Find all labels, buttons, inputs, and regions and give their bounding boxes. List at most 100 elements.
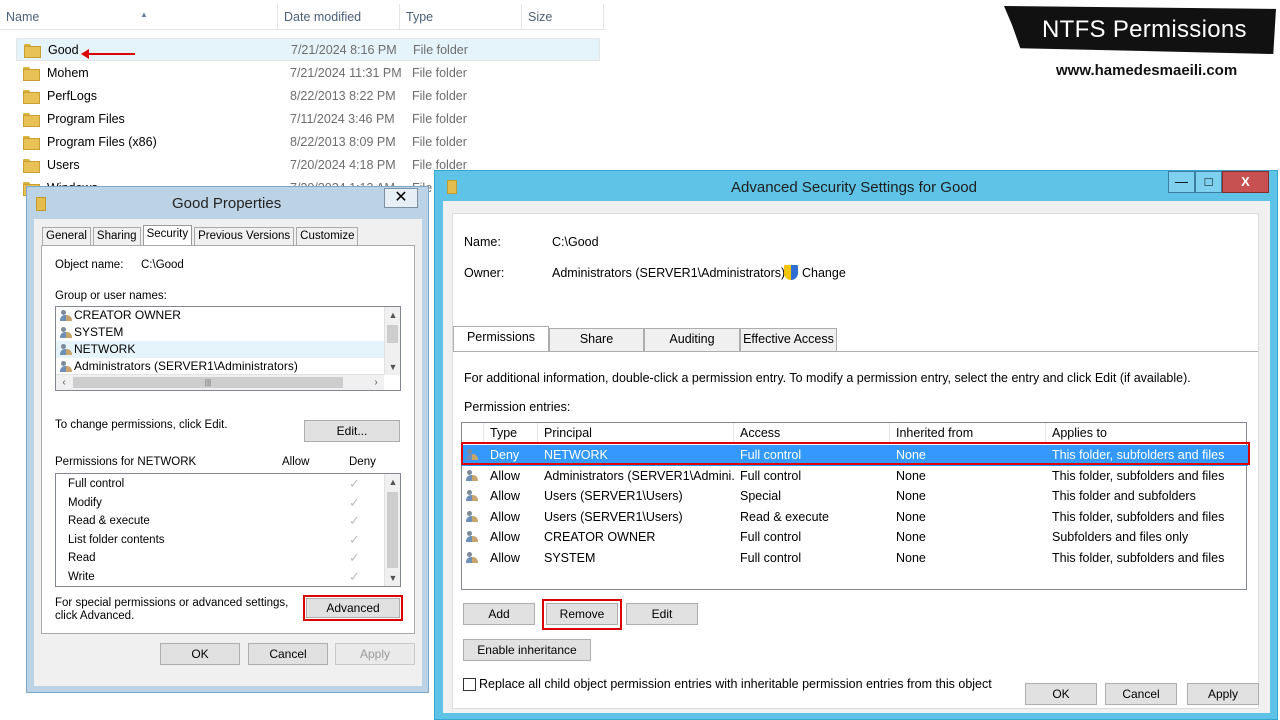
properties-titlebar[interactable]: Good Properties ✕ [27,187,428,219]
scroll-thumb[interactable]: ||| [73,377,343,388]
security-tab-panel: Object name: C:\Good Group or user names… [41,245,415,634]
column-size[interactable]: Size [522,4,604,30]
apply-button[interactable]: Apply [335,643,415,665]
red-arrow-annotation-icon [81,49,135,59]
user-group-icon [60,344,72,355]
user-group-icon [466,490,478,501]
tab-security[interactable]: Security [142,225,193,245]
add-button[interactable]: Add [463,603,535,625]
column-applies-to[interactable]: Applies to [1046,423,1246,444]
checkmark-icon: ✓ [349,550,360,565]
scroll-up-icon[interactable]: ▲ [385,307,400,323]
vertical-scrollbar[interactable]: ▲ ▼ [384,307,400,375]
properties-title: Good Properties [172,195,282,212]
vertical-scrollbar[interactable]: ▲ ▼ [384,474,400,586]
user-group-icon [466,510,478,522]
cancel-button[interactable]: Cancel [248,643,328,665]
list-item: List folder contents ✓ [68,531,360,547]
deny-header: Deny [349,456,376,468]
column-access[interactable]: Access [734,423,890,444]
checkmark-icon: ✓ [349,476,360,491]
list-item[interactable]: Administrators (SERVER1\Administrators) [56,358,400,375]
list-item[interactable]: CREATOR OWNER [56,307,400,324]
table-row[interactable]: Allow Administrators (SERVER1\Admini... … [462,466,1248,487]
cancel-button[interactable]: Cancel [1105,683,1177,705]
permission-entries-label: Permission entries: [464,400,571,414]
change-owner-link[interactable]: Change [802,266,846,280]
column-name[interactable]: Name ▲ [0,4,278,30]
table-row[interactable]: Allow Users (SERVER1\Users) Read & execu… [462,507,1248,528]
minimize-button[interactable]: — [1168,171,1195,193]
list-item[interactable]: NETWORK [56,341,400,358]
tab-sharing[interactable]: Sharing [92,227,141,245]
close-button[interactable]: X [1222,171,1269,193]
list-item: Write ✓ [68,568,360,584]
advanced-titlebar[interactable]: Advanced Security Settings for Good — □ … [435,171,1277,201]
tab-auditing[interactable]: Auditing [644,328,740,351]
file-row-mohem[interactable]: Mohem 7/21/2024 11:31 PM File folder [16,61,600,84]
scroll-up-icon[interactable]: ▲ [385,474,400,490]
maximize-button[interactable]: □ [1195,171,1222,193]
folder-icon [36,197,46,211]
scroll-left-icon[interactable]: ‹ [56,375,72,390]
table-row[interactable]: Allow CREATOR OWNER Full control None Su… [462,527,1248,548]
file-row-program-files[interactable]: Program Files 7/11/2024 3:46 PM File fol… [16,107,600,130]
change-permissions-text: To change permissions, click Edit. [55,419,228,431]
advanced-security-dialog: Advanced Security Settings for Good — □ … [434,170,1278,720]
folder-icon [23,112,40,127]
ok-button[interactable]: OK [1025,683,1097,705]
folder-icon [24,43,41,58]
properties-dialog: Good Properties ✕ General Sharing Securi… [26,186,429,693]
user-group-icon [60,310,72,321]
edit-entry-button[interactable]: Edit [626,603,698,625]
list-item[interactable]: SYSTEM [56,324,400,341]
tab-share[interactable]: Share [549,328,644,351]
tab-general[interactable]: General [42,227,91,245]
group-names-label: Group or user names: [55,290,167,302]
explorer-column-header: Name ▲ Date modified Type Size [0,4,605,30]
ok-button[interactable]: OK [160,643,240,665]
permissions-for-label: Permissions for NETWORK [55,456,197,468]
file-row-perflogs[interactable]: PerfLogs 8/22/2013 8:22 PM File folder [16,84,600,107]
tab-effective-access[interactable]: Effective Access [740,328,837,351]
horizontal-scrollbar[interactable]: ‹ ||| › [56,374,384,390]
folder-icon [447,180,457,194]
permissions-list: Full control ✓ Modify ✓ Read & execute ✓ Li… [55,473,401,587]
replace-child-permissions-label: Replace all child object permission entr… [479,677,992,691]
list-item: Modify ✓ [68,494,360,510]
scroll-down-icon[interactable]: ▼ [385,359,400,375]
list-item: Read ✓ [68,550,360,565]
selected-entry-highlight-box [461,442,1250,465]
apply-button[interactable]: Apply [1187,683,1259,705]
file-row-program-files-x86[interactable]: Program Files (x86) 8/22/2013 8:09 PM Fi… [16,130,600,153]
replace-child-permissions-checkbox[interactable] [463,678,476,691]
table-row[interactable]: Allow SYSTEM Full control None This fold… [462,548,1248,569]
edit-button[interactable]: Edit... [304,420,400,442]
file-row-good[interactable]: Good 7/21/2024 8:16 PM File folder [16,38,600,61]
scroll-thumb[interactable] [387,492,398,568]
column-inherited-from[interactable]: Inherited from [890,423,1046,444]
tab-customize[interactable]: Customize [296,227,359,245]
group-user-list[interactable]: CREATOR OWNER SYSTEM NETWORK Administrat… [55,306,401,391]
table-row[interactable]: Allow Users (SERVER1\Users) Special None… [462,486,1248,507]
scroll-thumb[interactable] [387,325,398,343]
properties-close-button[interactable]: ✕ [384,188,418,208]
column-date-modified[interactable]: Date modified [278,4,400,30]
advanced-highlight-box [303,595,403,621]
scroll-down-icon[interactable]: ▼ [385,570,400,586]
checkmark-icon: ✓ [349,531,360,547]
enable-inheritance-button[interactable]: Enable inheritance [463,639,591,661]
owner-value: Administrators (SERVER1\Administrators) [552,266,786,280]
folder-icon [23,158,40,173]
folder-icon [23,135,40,150]
column-type[interactable]: Type [484,423,538,444]
user-group-icon [60,361,72,372]
tab-permissions[interactable]: Permissions [453,326,549,351]
object-name-value: C:\Good [141,259,184,271]
tab-previous-versions[interactable]: Previous Versions [194,227,295,245]
name-value: C:\Good [552,235,599,249]
column-principal[interactable]: Principal [538,423,734,444]
column-type[interactable]: Type [400,4,522,30]
scroll-right-icon[interactable]: › [368,375,384,390]
special-permissions-text-2: click Advanced. [55,610,135,622]
